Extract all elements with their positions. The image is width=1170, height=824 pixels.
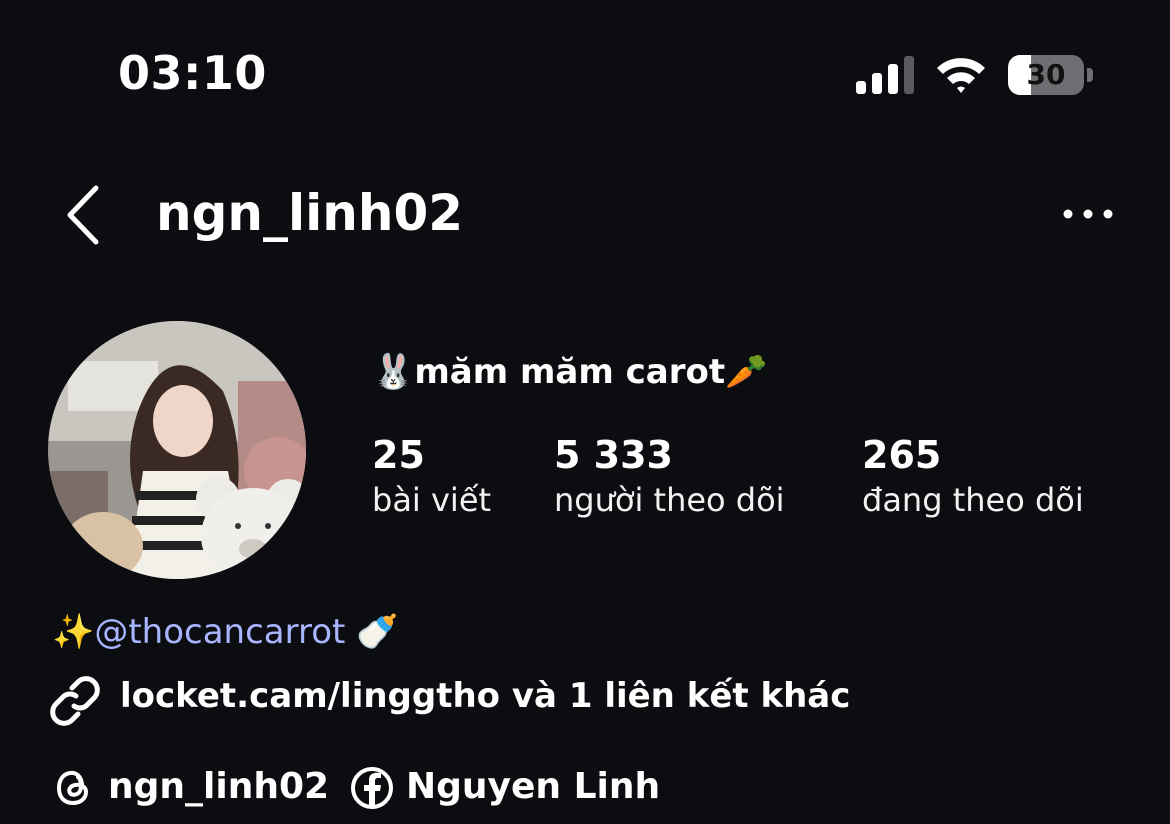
profile-avatar[interactable] — [48, 321, 306, 579]
battery-body: 30 — [1008, 55, 1084, 95]
facebook-icon — [351, 767, 393, 809]
avatar-photo — [48, 321, 306, 579]
posts-count-label: bài viết — [372, 481, 492, 519]
threads-username: ngn_linh02 — [108, 766, 330, 807]
more-options-icon[interactable] — [1060, 196, 1116, 232]
followers-count[interactable]: 5 333 người theo dõi — [554, 432, 785, 522]
battery-indicator: 30 — [1008, 55, 1094, 97]
posts-count-value: 25 — [372, 433, 425, 477]
status-time: 03:10 — [118, 46, 267, 100]
link-icon — [50, 676, 100, 726]
bio-line: ✨@thocancarrot 🍼 — [52, 612, 399, 652]
display-name: 🐰măm măm carot🥕 — [372, 352, 768, 392]
following-count-label: đang theo dõi — [862, 481, 1084, 519]
following-count-value: 265 — [862, 433, 942, 477]
following-count[interactable]: 265 đang theo dõi — [862, 432, 1084, 522]
followers-count-label: người theo dõi — [554, 481, 785, 519]
followers-count-value: 5 333 — [554, 433, 673, 477]
sparkles-emoji: ✨ — [52, 612, 95, 652]
external-link-text: locket.cam/linggtho và 1 liên kết khác — [120, 676, 851, 716]
battery-cap — [1087, 68, 1093, 82]
back-chevron-icon[interactable] — [58, 182, 108, 248]
posts-count[interactable]: 25 bài viết — [372, 432, 491, 522]
bio-mention-link[interactable]: @thocancarrot — [94, 612, 345, 652]
baby-bottle-emoji: 🍼 — [356, 612, 399, 652]
cellular-signal-icon — [856, 56, 914, 94]
battery-percent: 30 — [1026, 58, 1066, 91]
wifi-icon — [937, 58, 985, 93]
profile-username: ngn_linh02 — [156, 184, 464, 242]
facebook-name: Nguyen Linh — [406, 766, 661, 807]
threads-icon — [56, 770, 89, 806]
